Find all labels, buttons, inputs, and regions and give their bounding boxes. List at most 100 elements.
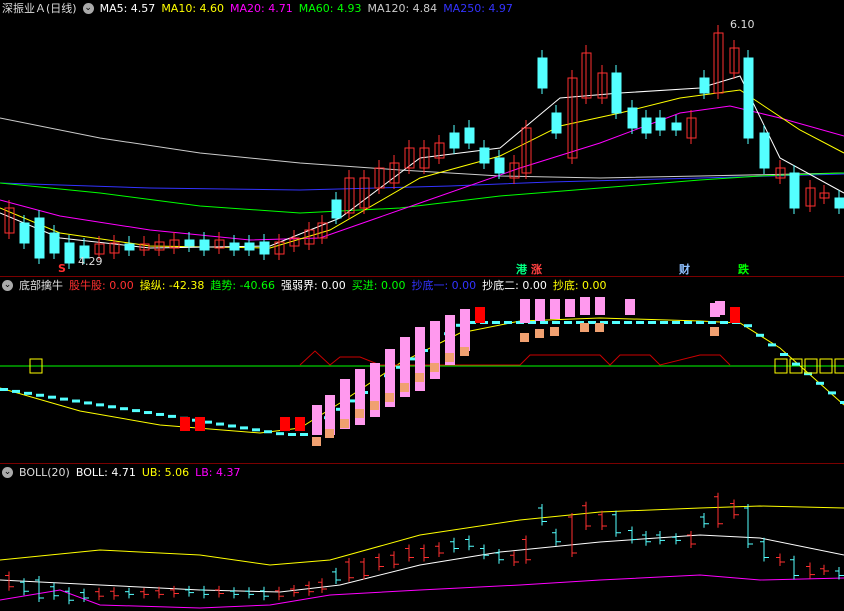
ma20-line <box>0 105 844 241</box>
red-bar <box>180 417 190 431</box>
indicator-value: 抄底: 0.00 <box>552 279 607 292</box>
price-panel[interactable]: 深振业Ａ(日线) ⌄ MA5: 4.57 MA10: 4.60 MA20: 4.71… <box>0 0 844 276</box>
collapse-icon[interactable]: ⌄ <box>82 2 94 14</box>
dash-mark <box>768 343 776 347</box>
orange-square <box>370 401 379 410</box>
orange-square <box>550 327 559 336</box>
dash-mark <box>780 353 788 356</box>
boll-value: UB: 5.06 <box>141 465 190 479</box>
indicator-value: 股牛股: 0.00 <box>69 279 134 292</box>
candle-body <box>494 157 505 174</box>
ma-value: MA20: 4.71 <box>230 1 293 15</box>
dash-mark <box>216 422 224 426</box>
candle-body <box>537 57 548 89</box>
price-header: 深振业Ａ(日线) ⌄ MA5: 4.57 MA10: 4.60 MA20: 4.71… <box>0 0 513 16</box>
dash-mark <box>684 321 692 324</box>
dash-mark <box>708 321 716 324</box>
dash-mark <box>120 407 128 411</box>
dash-mark <box>240 426 248 430</box>
ma-value: MA250: 4.97 <box>443 1 513 15</box>
marker-gang: 港 <box>516 263 527 276</box>
candle-body <box>124 243 135 251</box>
candlestick-chart[interactable] <box>0 18 844 276</box>
dash-mark <box>132 409 140 413</box>
dash-mark <box>816 381 824 385</box>
candle-body <box>789 172 800 209</box>
strong-weak-line <box>299 350 731 366</box>
candle-body <box>464 127 475 144</box>
pink-bar <box>625 299 635 315</box>
ma-value: MA60: 4.93 <box>298 1 362 15</box>
dash-mark <box>540 321 548 324</box>
candle-body <box>611 72 622 114</box>
dash-mark <box>696 321 704 324</box>
red-bar <box>295 417 305 431</box>
candle-body <box>479 147 490 164</box>
high-price-label: 6.10 <box>730 18 755 31</box>
candle-body <box>199 239 210 251</box>
candle-body <box>743 57 754 139</box>
indicator-name: 底部擒牛 <box>19 279 63 292</box>
boll-chart[interactable] <box>0 480 844 611</box>
pink-bar <box>580 297 590 315</box>
ma250-line <box>0 173 844 191</box>
boll-value: LB: 4.37 <box>195 465 241 479</box>
candle-body <box>229 242 240 251</box>
pink-bar <box>460 309 470 351</box>
orange-square <box>325 429 334 438</box>
dash-mark <box>828 391 836 395</box>
indicator-value: 操纵: -42.38 <box>139 279 205 292</box>
indicator-chart[interactable] <box>0 293 844 463</box>
dash-mark <box>36 393 44 397</box>
candle-body <box>699 77 710 94</box>
collapse-icon[interactable]: ⌄ <box>2 466 13 478</box>
dash-mark <box>660 321 668 324</box>
collapse-icon[interactable]: ⌄ <box>2 279 13 291</box>
marker-s: S <box>58 262 66 275</box>
boll-value: BOLL: 4.71 <box>75 465 136 479</box>
candle-body <box>834 197 844 209</box>
red-bar <box>195 417 205 431</box>
dash-mark <box>288 433 296 436</box>
indicator-panel[interactable]: ⌄ 底部擒牛 股牛股: 0.00 操纵: -42.38 趋势: -40.66 强弱界:… <box>0 277 844 463</box>
orange-square <box>312 437 321 446</box>
pink-bar <box>550 299 560 319</box>
orange-square <box>445 353 454 362</box>
orange-square <box>400 383 409 392</box>
candle-body <box>331 199 342 219</box>
red-bar <box>475 307 485 323</box>
marker-die: 跌 <box>738 263 749 276</box>
red-bar <box>730 307 740 323</box>
dash-mark <box>168 414 176 418</box>
dash-mark <box>672 321 680 324</box>
dash-mark <box>792 362 800 366</box>
pink-bar <box>595 297 605 315</box>
orange-square <box>460 347 469 356</box>
orange-square <box>580 323 589 332</box>
dash-mark <box>564 321 572 324</box>
dash-mark <box>612 321 620 324</box>
ma-value: MA120: 4.84 <box>367 1 438 15</box>
dash-mark <box>552 321 560 324</box>
pink-bar <box>535 299 545 321</box>
dash-mark <box>108 405 116 409</box>
candle-body <box>627 107 638 129</box>
indicator-value: 抄底一: 0.00 <box>411 279 477 292</box>
dash-mark <box>588 321 596 324</box>
dash-mark <box>840 401 844 404</box>
dash-mark <box>300 433 308 436</box>
pink-bar <box>715 301 725 315</box>
dash-mark <box>264 430 272 434</box>
orange-square <box>340 419 349 428</box>
stock-title: 深振业Ａ(日线) <box>2 2 77 15</box>
dash-mark <box>204 420 212 424</box>
boll-legend: BOLL: 4.71 UB: 5.06 LB: 4.37 <box>76 466 241 479</box>
orange-square <box>355 409 364 418</box>
ma60-line <box>0 172 844 214</box>
orange-square <box>430 363 439 372</box>
candle-body <box>671 122 682 131</box>
dash-mark <box>276 432 284 436</box>
low-price-label: 4.29 <box>78 255 103 268</box>
boll-panel[interactable]: ⌄ BOLL(20) BOLL: 4.71 UB: 5.06 LB: 4.37 <box>0 464 844 611</box>
marker-zhang: 涨 <box>531 263 542 276</box>
